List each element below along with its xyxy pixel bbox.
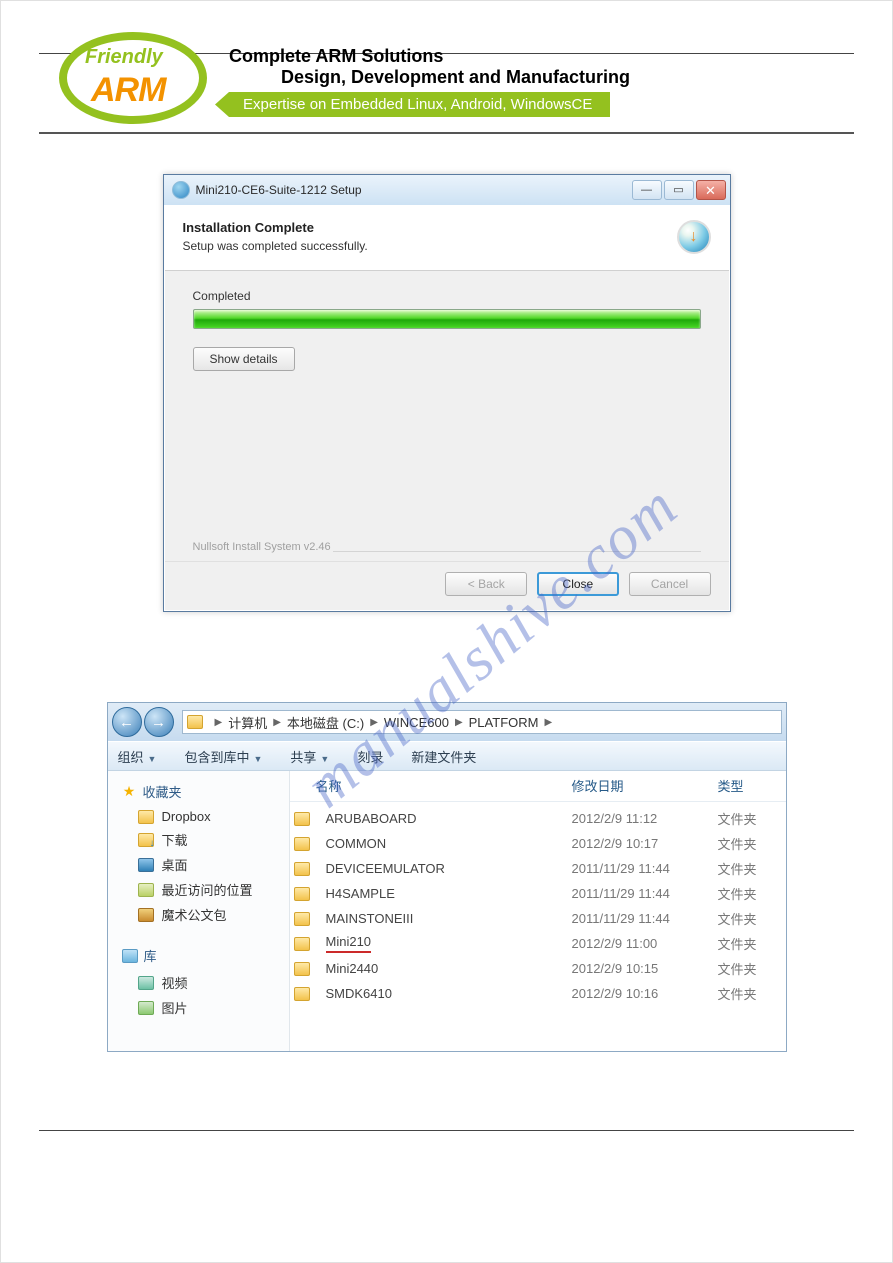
folder-icon xyxy=(294,962,310,976)
logo: Friendly ARM xyxy=(59,32,207,124)
cancel-button[interactable]: Cancel xyxy=(629,572,711,596)
sidebar-item-download[interactable]: 下载 xyxy=(116,827,289,852)
crumb-4[interactable]: PLATFORM xyxy=(469,715,539,730)
installer-title: Mini210-CE6-Suite-1212 Setup xyxy=(196,183,632,197)
file-list: 名称 修改日期 类型 ARUBABOARD 2012/2/9 11:12 文件夹… xyxy=(290,771,786,1051)
folder-icon xyxy=(294,862,310,876)
logo-text-top: Friendly xyxy=(85,46,163,69)
installer-icon xyxy=(172,181,190,199)
star-icon: ★ xyxy=(122,784,137,799)
installer-footer-label: Nullsoft Install System v2.46 xyxy=(165,541,729,561)
briefcase-icon xyxy=(138,908,154,922)
minimize-button[interactable]: — xyxy=(632,180,662,200)
column-date[interactable]: 修改日期 xyxy=(572,776,718,795)
list-item[interactable]: COMMON 2012/2/9 10:17 文件夹 xyxy=(290,831,786,856)
sidebar-item-video[interactable]: 视频 xyxy=(116,970,289,995)
explorer-sidebar: ★ 收藏夹 Dropbox 下载 桌面 最近访问的位置 魔术公文包 库 视频 图… xyxy=(108,771,290,1051)
sidebar-item-dropbox[interactable]: Dropbox xyxy=(116,806,289,827)
logo-text-bottom: ARM xyxy=(91,71,165,110)
list-item[interactable]: Mini2440 2012/2/9 10:15 文件夹 xyxy=(290,956,786,981)
close-button[interactable]: Close xyxy=(537,572,619,596)
page-header: Friendly ARM Complete ARM Solutions Desi… xyxy=(39,54,854,134)
back-button[interactable]: < Back xyxy=(445,572,527,596)
folder-icon xyxy=(294,887,310,901)
list-item[interactable]: ARUBABOARD 2012/2/9 11:12 文件夹 xyxy=(290,806,786,831)
recent-icon xyxy=(138,883,154,897)
column-name[interactable]: 名称 xyxy=(294,776,572,795)
installer-window: Mini210-CE6-Suite-1212 Setup — ▭ ✕ Insta… xyxy=(163,174,731,612)
folder-icon xyxy=(294,987,310,1001)
header-band: Expertise on Embedded Linux, Android, Wi… xyxy=(229,92,610,117)
sidebar-item-image[interactable]: 图片 xyxy=(116,995,289,1020)
sidebar-item-briefcase[interactable]: 魔术公文包 xyxy=(116,902,289,927)
sidebar-libraries[interactable]: 库 xyxy=(116,941,289,970)
list-item[interactable]: SMDK6410 2012/2/9 10:16 文件夹 xyxy=(290,981,786,1006)
header-line2: Design, Development and Manufacturing xyxy=(229,67,630,88)
list-item[interactable]: Mini210 2012/2/9 11:00 文件夹 xyxy=(290,931,786,956)
toolbar-share[interactable]: 共享▼ xyxy=(290,747,329,766)
crumb-2[interactable]: 本地磁盘 (C:) xyxy=(287,713,364,732)
folder-icon xyxy=(187,715,203,729)
explorer-toolbar: 组织▼ 包含到库中▼ 共享▼ 刻录 新建文件夹 xyxy=(108,741,786,771)
sidebar-favorites[interactable]: ★ 收藏夹 xyxy=(116,777,289,806)
sidebar-item-recent[interactable]: 最近访问的位置 xyxy=(116,877,289,902)
folder-icon xyxy=(294,937,310,951)
sidebar-item-desktop[interactable]: 桌面 xyxy=(116,852,289,877)
folder-icon xyxy=(294,912,310,926)
toolbar-organize[interactable]: 组织▼ xyxy=(118,747,157,766)
list-item[interactable]: H4SAMPLE 2011/11/29 11:44 文件夹 xyxy=(290,881,786,906)
nav-forward-button[interactable]: → xyxy=(144,707,174,737)
installer-titlebar[interactable]: Mini210-CE6-Suite-1212 Setup — ▭ ✕ xyxy=(164,175,730,205)
show-details-button[interactable]: Show details xyxy=(193,347,295,371)
crumb-3[interactable]: WINCE600 xyxy=(384,715,449,730)
library-icon xyxy=(122,949,138,963)
toolbar-include[interactable]: 包含到库中▼ xyxy=(184,747,262,766)
close-window-button[interactable]: ✕ xyxy=(696,180,726,200)
image-icon xyxy=(138,1001,154,1015)
progress-bar xyxy=(193,309,701,329)
folder-icon xyxy=(294,837,310,851)
installer-sub: Setup was completed successfully. xyxy=(183,239,677,253)
installer-heading: Installation Complete xyxy=(183,220,677,235)
column-type[interactable]: 类型 xyxy=(718,776,778,795)
desktop-icon xyxy=(138,858,154,872)
maximize-button[interactable]: ▭ xyxy=(664,180,694,200)
install-status: Completed xyxy=(193,289,701,303)
breadcrumb[interactable]: ▶ 计算机 ▶ 本地磁盘 (C:) ▶ WINCE600 ▶ PLATFORM … xyxy=(182,710,782,734)
download-icon xyxy=(677,220,711,254)
crumb-1[interactable]: 计算机 xyxy=(228,713,267,732)
toolbar-new-folder[interactable]: 新建文件夹 xyxy=(411,747,476,766)
list-item[interactable]: MAINSTONEIII 2011/11/29 11:44 文件夹 xyxy=(290,906,786,931)
explorer-window: ← → ▶ 计算机 ▶ 本地磁盘 (C:) ▶ WINCE600 ▶ PLATF… xyxy=(107,702,787,1052)
folder-icon xyxy=(294,812,310,826)
download-folder-icon xyxy=(138,833,154,847)
list-item[interactable]: DEVICEEMULATOR 2011/11/29 11:44 文件夹 xyxy=(290,856,786,881)
header-line1: Complete ARM Solutions xyxy=(229,46,630,67)
video-icon xyxy=(138,976,154,990)
toolbar-burn[interactable]: 刻录 xyxy=(357,747,383,766)
nav-back-button[interactable]: ← xyxy=(112,707,142,737)
folder-icon xyxy=(138,810,154,824)
